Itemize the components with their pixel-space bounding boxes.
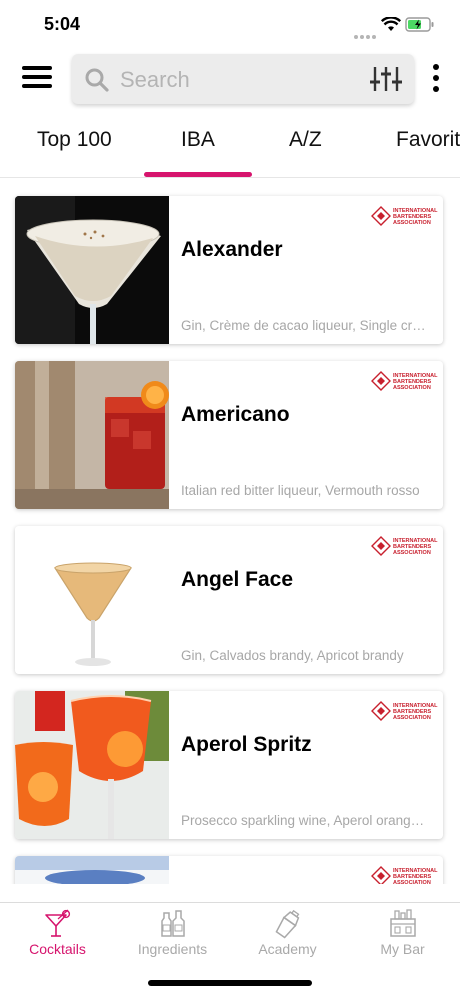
nav-my-bar[interactable]: My Bar [345, 903, 460, 973]
bottles-icon [161, 910, 185, 937]
iba-logo: INTERNATIONAL BARTENDERS ASSOCIATION [371, 536, 438, 558]
cocktail-ingredients: Gin, Crème de cacao liqueur, Single crea… [181, 318, 427, 333]
cocktail-name: Angel Face [181, 568, 294, 591]
search-placeholder: Search [120, 67, 190, 92]
nav-academy[interactable]: Academy [230, 903, 345, 973]
iba-logo-text: INTERNATIONAL BARTENDERS ASSOCIATION [393, 703, 438, 721]
cocktail-photo [15, 526, 169, 674]
app-header: Search [0, 52, 460, 108]
cocktail-ingredients: Prosecco sparkling wine, Aperol orange b… [181, 813, 427, 828]
cocktail-photo [15, 361, 169, 509]
iba-logo: INTERNATIONAL BARTENDERS ASSOCIATION [371, 206, 438, 228]
bar-counter-icon [390, 909, 416, 937]
iba-logo-text: INTERNATIONAL BARTENDERS ASSOCIATION [393, 538, 438, 556]
nav-cocktails[interactable]: Cocktails [0, 903, 115, 973]
nav-label: My Bar [380, 941, 425, 957]
cocktail-ingredients: Italian red bitter liqueur, Vermouth ros… [181, 483, 420, 498]
cocktail-name: Americano [181, 403, 290, 426]
iba-logo: INTERNATIONAL BARTENDERS ASSOCIATION [371, 866, 438, 884]
nav-label: Ingredients [137, 941, 208, 957]
active-tab-indicator [144, 172, 252, 177]
search-icon [85, 68, 109, 92]
tab-top-100[interactable]: Top 100 [37, 128, 112, 152]
battery-charging-icon [405, 17, 434, 32]
cocktail-card-americano[interactable]: INTERNATIONAL BARTENDERS ASSOCIATION Ameri… [15, 361, 443, 509]
shaker-icon [275, 909, 300, 939]
cocktail-card-angel-face[interactable]: INTERNATIONAL BARTENDERS ASSOCIATION Angel… [15, 526, 443, 674]
tab-a-z[interactable]: A/Z [289, 128, 322, 152]
sliders-icon[interactable] [370, 65, 402, 93]
signal-dots-icon [354, 26, 378, 44]
cocktail-glass-icon [45, 909, 71, 937]
iba-logo-text: INTERNATIONAL BARTENDERS ASSOCIATION [393, 208, 438, 226]
home-indicator[interactable] [148, 980, 312, 986]
category-tabs: Top 100 IBA A/Z Favorites [0, 110, 460, 178]
cocktail-card-aperol-spritz[interactable]: INTERNATIONAL BARTENDERS ASSOCIATION Apero… [15, 691, 443, 839]
nav-ingredients[interactable]: Ingredients [115, 903, 230, 973]
cocktail-photo [15, 856, 169, 884]
wifi-icon [381, 17, 401, 31]
cocktail-photo [15, 196, 169, 344]
cocktail-name: Alexander [181, 238, 283, 261]
status-bar: 5:04 [0, 0, 460, 50]
vertical-dots-icon[interactable] [432, 64, 440, 94]
cocktail-list[interactable]: INTERNATIONAL BARTENDERS ASSOCIATION Alexa… [0, 180, 460, 884]
iba-logo-text: INTERNATIONAL BARTENDERS ASSOCIATION [393, 868, 438, 884]
iba-logo: INTERNATIONAL BARTENDERS ASSOCIATION [371, 701, 438, 723]
cocktail-card-partial[interactable]: INTERNATIONAL BARTENDERS ASSOCIATION [15, 856, 443, 884]
nav-label: Cocktails [29, 941, 86, 957]
cocktail-card-alexander[interactable]: INTERNATIONAL BARTENDERS ASSOCIATION Alexa… [15, 196, 443, 344]
cocktail-photo [15, 691, 169, 839]
hamburger-menu-icon[interactable] [22, 66, 52, 90]
tab-favorites[interactable]: Favorites [396, 128, 460, 152]
cocktail-name: Aperol Spritz [181, 733, 312, 756]
search-input[interactable]: Search [72, 54, 414, 104]
cocktail-ingredients: Gin, Calvados brandy, Apricot brandy [181, 648, 404, 663]
iba-logo-text: INTERNATIONAL BARTENDERS ASSOCIATION [393, 373, 438, 391]
tab-iba[interactable]: IBA [181, 128, 215, 152]
status-time: 5:04 [44, 14, 81, 34]
iba-logo: INTERNATIONAL BARTENDERS ASSOCIATION [371, 371, 438, 393]
nav-label: Academy [258, 941, 317, 957]
